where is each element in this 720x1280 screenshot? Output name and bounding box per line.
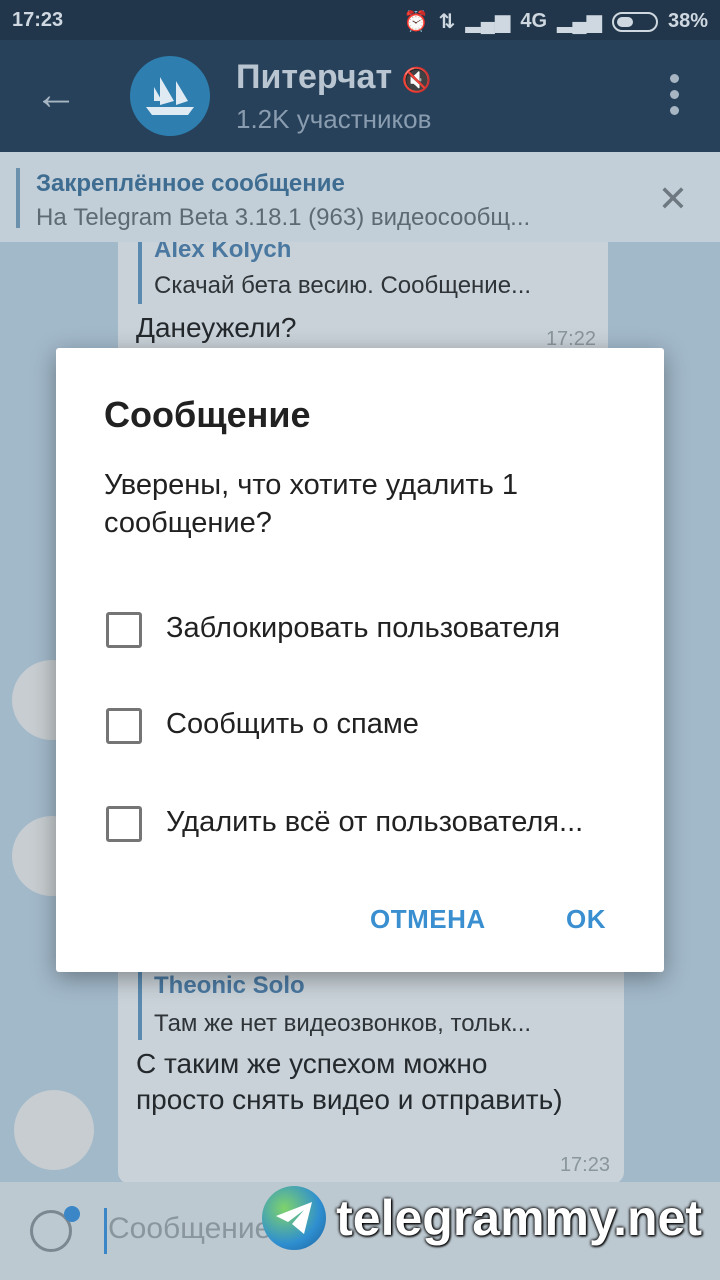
option-label: Сообщить о спаме (166, 708, 419, 740)
option-label: Заблокировать пользователя (166, 612, 561, 644)
cancel-button[interactable]: ОТМЕНА (370, 904, 486, 935)
dialog-title: Сообщение (104, 394, 311, 435)
delete-message-dialog: Сообщение Уверены, что хотите удалить 1 … (56, 348, 664, 972)
checkbox[interactable] (106, 806, 142, 842)
option-report-spam[interactable]: Сообщить о спаме (104, 696, 644, 756)
ok-button[interactable]: OK (566, 904, 606, 935)
option-delete-all-from-user[interactable]: Удалить всё от пользователя... (104, 794, 644, 854)
option-block-user[interactable]: Заблокировать пользователя (104, 600, 644, 660)
checkbox[interactable] (106, 612, 142, 648)
checkbox[interactable] (106, 708, 142, 744)
option-label: Удалить всё от пользователя... (166, 806, 584, 838)
dialog-message: Уверены, что хотите удалить 1 сообщение? (104, 469, 519, 539)
